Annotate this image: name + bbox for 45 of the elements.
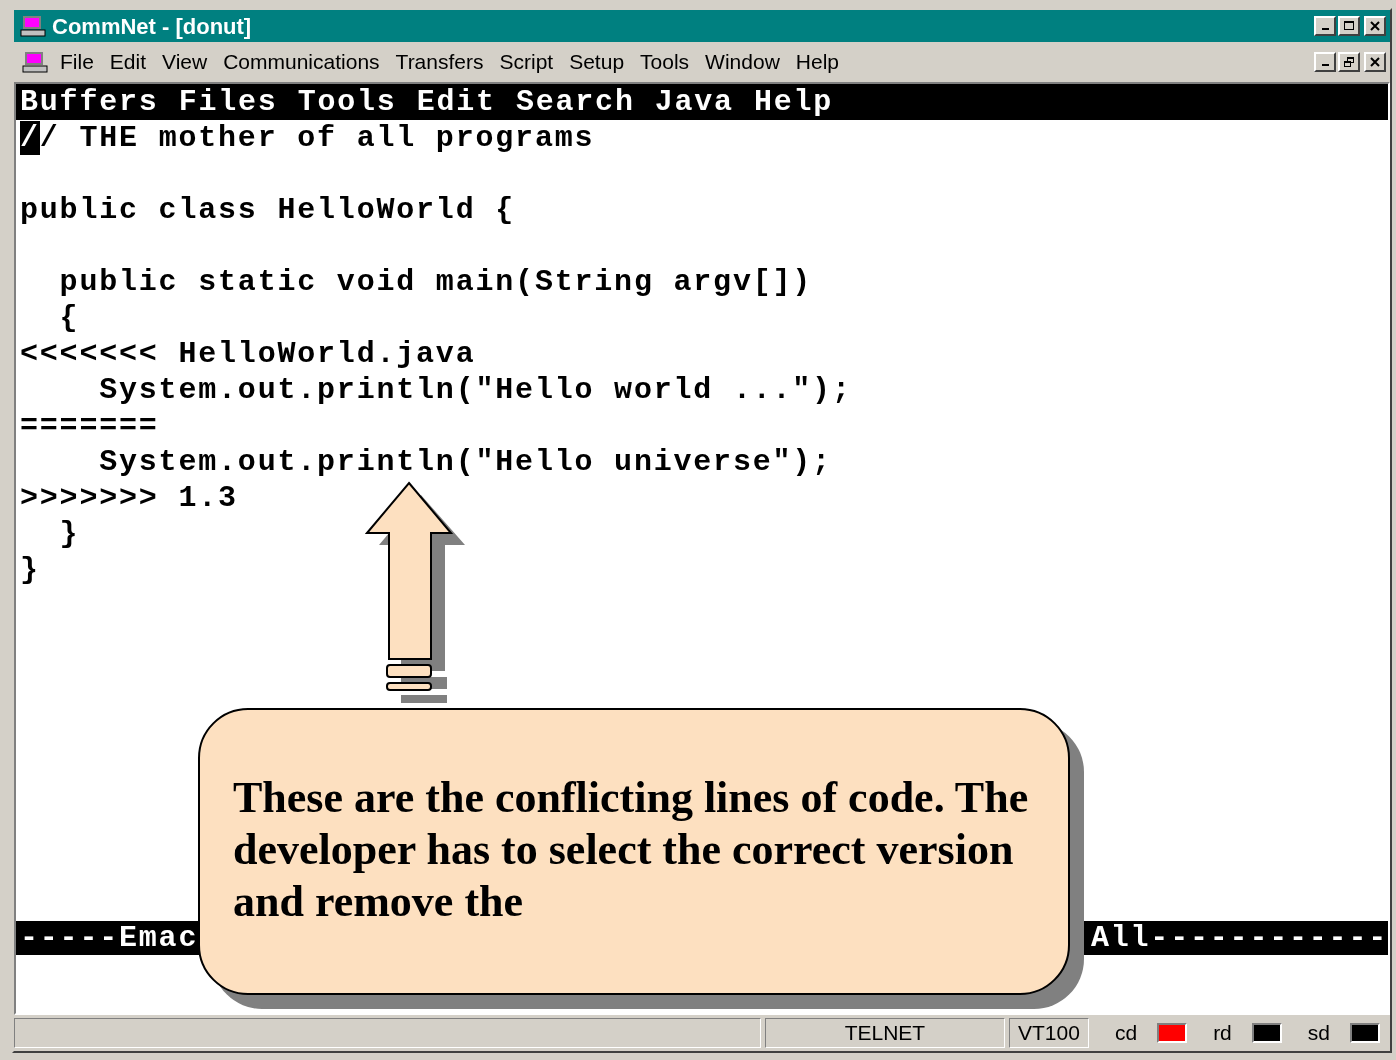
code-line: System.out.println("Hello world ...");	[98, 371, 852, 409]
status-field: VT100	[1008, 1018, 1089, 1048]
close-button[interactable]	[1364, 16, 1386, 36]
callout-text: These are the conflicting lines of code. The developer has to select the correct version and remove the	[233, 772, 1030, 928]
window-title: CommNet - [donut]	[52, 12, 253, 41]
code-line: }	[58, 515, 80, 553]
menu-item[interactable]: Setup	[561, 46, 633, 78]
code-line: public static void main(String argv[])	[58, 263, 813, 301]
mode-line-text: -----Emac	[20, 919, 199, 957]
code-line: }	[20, 551, 40, 589]
menu-item[interactable]: Window	[697, 46, 788, 78]
minimize-button[interactable]	[1314, 52, 1336, 72]
code-line: =======	[20, 407, 159, 445]
close-icon	[1370, 21, 1380, 31]
maximize-icon	[1343, 21, 1355, 31]
menu-item[interactable]: Edit	[101, 46, 155, 78]
restore-icon	[1343, 57, 1355, 67]
status-indicator-label: rd	[1213, 1020, 1232, 1047]
minimize-icon	[1321, 28, 1329, 30]
mode-line-text: All------------	[1090, 919, 1388, 957]
minimize-icon	[1321, 64, 1329, 66]
code-line: {	[58, 299, 80, 337]
status-indicator-label: cd	[1114, 1020, 1138, 1047]
close-icon	[1370, 57, 1380, 67]
status-field: TELNET	[764, 1018, 1005, 1048]
menu-item[interactable]: Communications	[215, 46, 388, 78]
code-line: System.out.println("Hello universe");	[98, 443, 832, 481]
code-line: >>>>>>> 1.3	[20, 479, 238, 517]
menu-item[interactable]: Script	[491, 46, 562, 78]
computer-icon	[20, 14, 46, 38]
menu-item[interactable]: Transfers	[387, 46, 492, 78]
close-button[interactable]	[1364, 52, 1386, 72]
editor-menu-item[interactable]: Help	[753, 84, 834, 125]
restore-button[interactable]	[1338, 52, 1360, 72]
code-line: <<<<<<< HelloWorld.java	[20, 335, 476, 373]
code-line: public class HelloWorld {	[20, 191, 516, 229]
menu-item[interactable]: Tools	[632, 46, 698, 78]
menu-item[interactable]: File	[52, 46, 102, 78]
editor-menu-item[interactable]: Java	[654, 84, 734, 125]
minimize-button[interactable]	[1314, 16, 1336, 36]
maximize-button[interactable]	[1338, 16, 1360, 36]
status-indicator-label: sd	[1307, 1020, 1330, 1047]
computer-icon	[22, 50, 48, 74]
menu-item[interactable]: View	[154, 46, 216, 78]
menu-item[interactable]: Help	[787, 46, 847, 78]
